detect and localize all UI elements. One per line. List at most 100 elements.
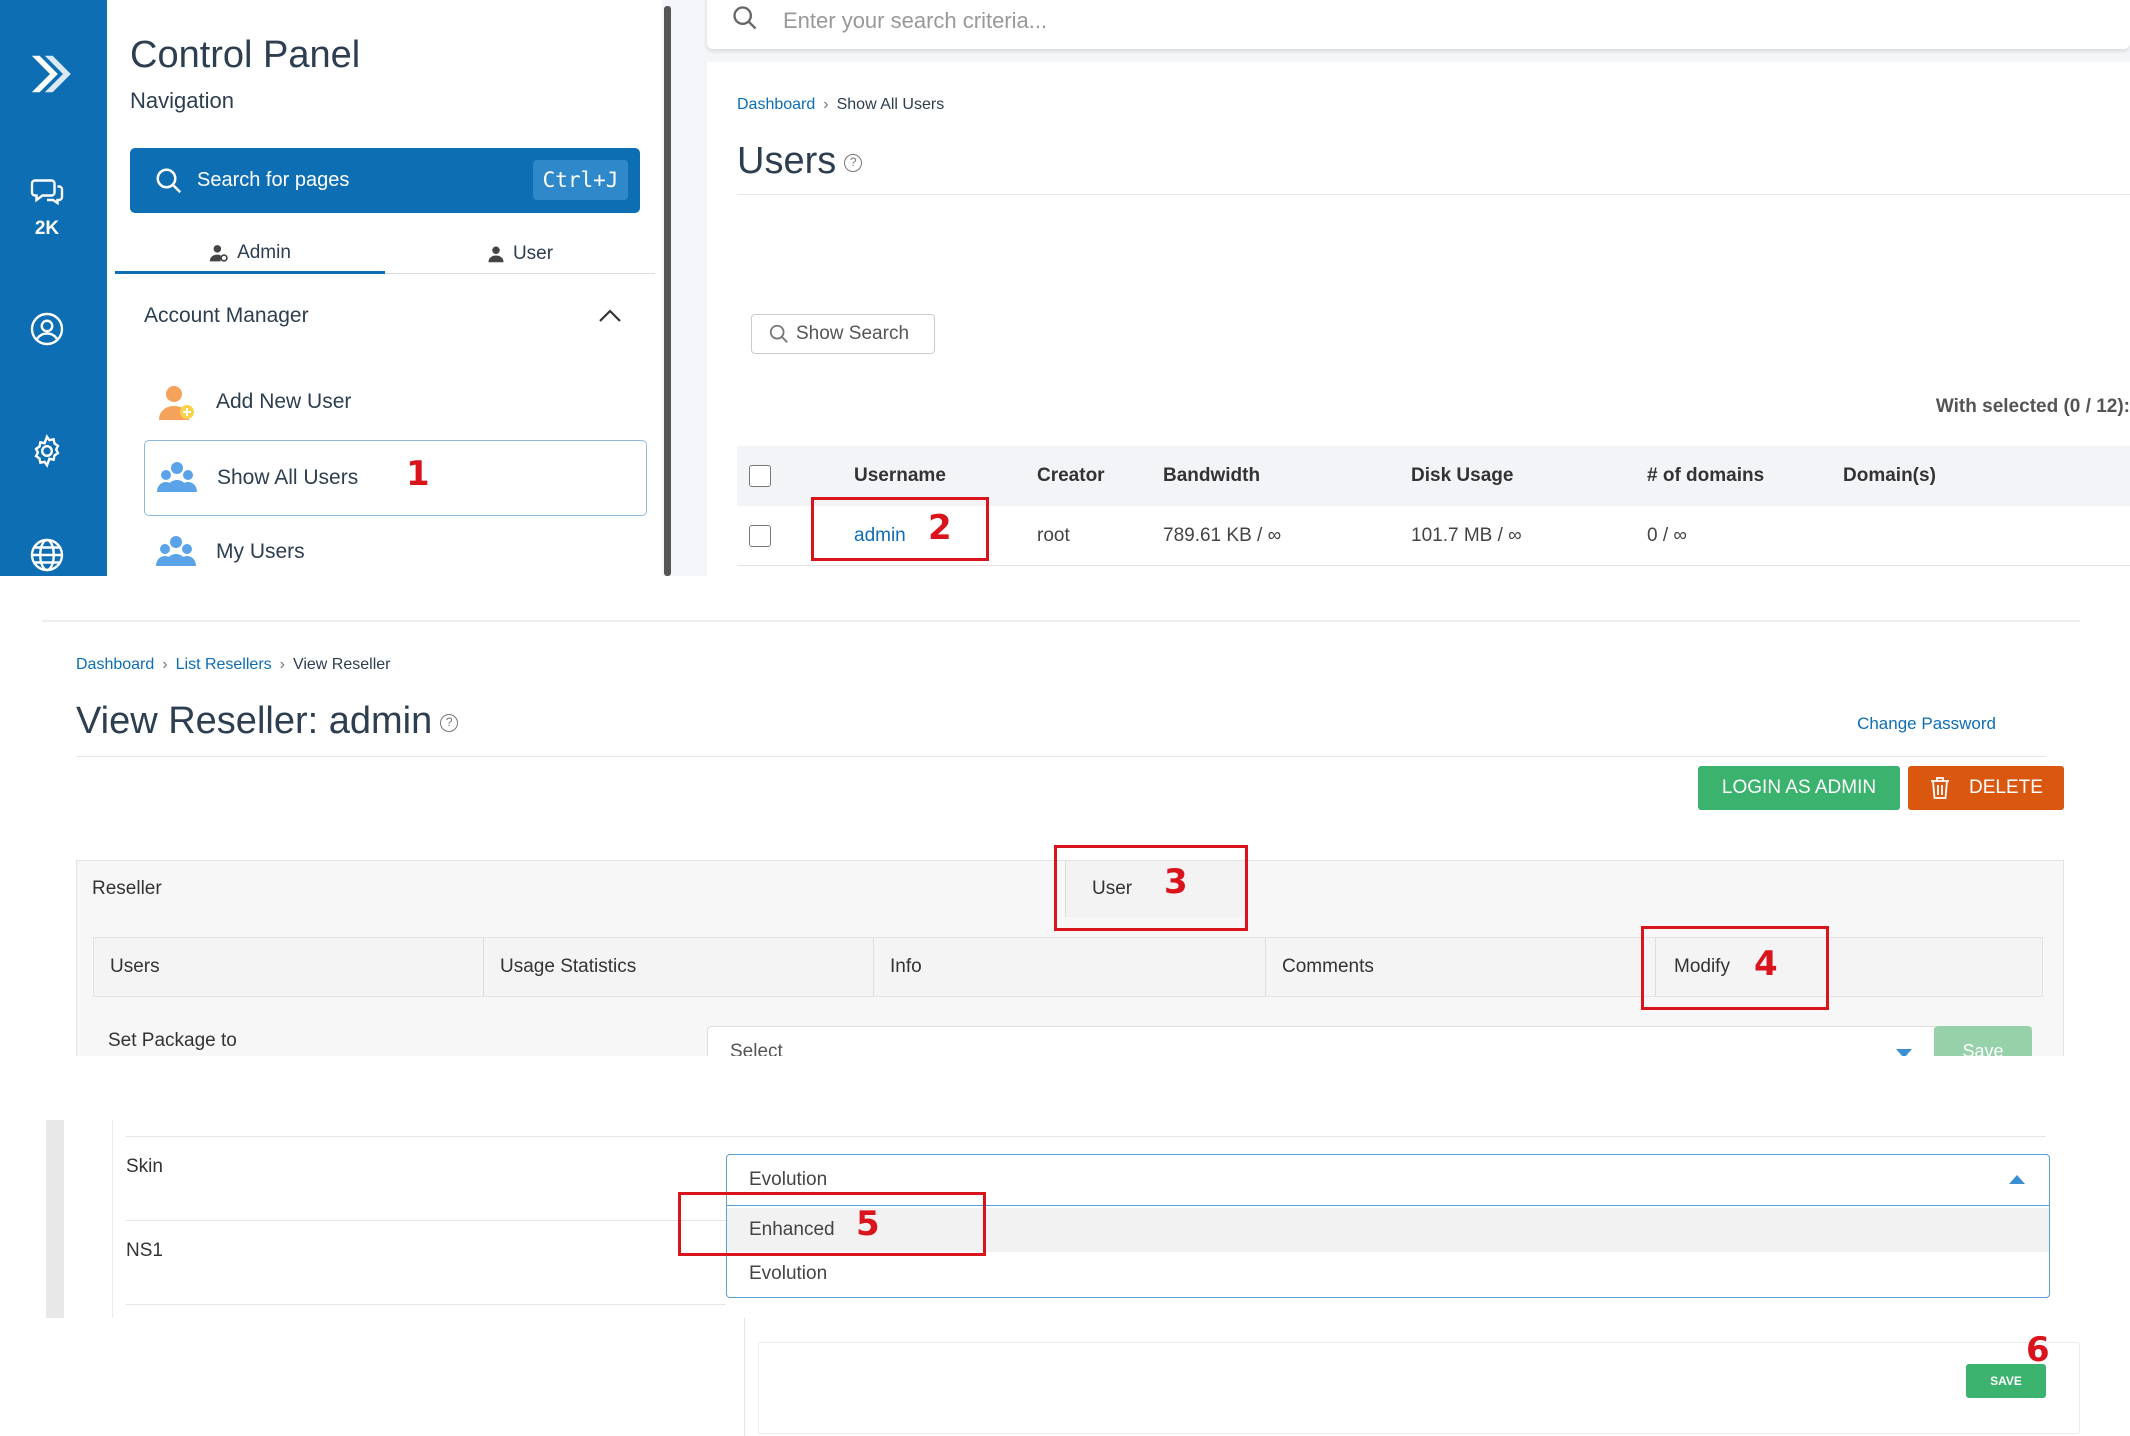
nav-item-label: Add New User: [216, 390, 352, 413]
global-search-placeholder: Enter your search criteria...: [783, 8, 1048, 33]
caret-up-icon: [2009, 1175, 2025, 1184]
divider: [126, 1220, 726, 1221]
page-title-text: Users: [737, 140, 837, 182]
save-box: [758, 1342, 2080, 1434]
tab-reseller[interactable]: Reseller: [92, 861, 162, 917]
annotation-number: 1: [406, 454, 430, 494]
global-search-input[interactable]: Enter your search criteria...: [707, 0, 2130, 49]
annotation-box: [1641, 926, 1829, 1010]
column-header-domains-count[interactable]: # of domains: [1647, 446, 1764, 506]
page-title: Users?: [737, 140, 863, 183]
subtab-usage-statistics[interactable]: Usage Statistics: [484, 938, 874, 996]
row-checkbox[interactable]: [749, 525, 771, 547]
login-as-admin-button[interactable]: LOGIN AS ADMIN: [1698, 766, 1900, 810]
icon-rail: 2K: [0, 0, 107, 576]
page-title-text: View Reseller: admin: [76, 700, 433, 742]
breadcrumb-current: View Reseller: [292, 656, 391, 673]
show-search-label: Show Search: [796, 323, 910, 344]
tab-user[interactable]: User: [385, 234, 655, 274]
breadcrumb: Dashboard › Show All Users: [737, 96, 944, 114]
page-search-label: Search for pages: [197, 169, 350, 191]
delete-button[interactable]: DELETE: [1908, 766, 2064, 810]
search-icon: [769, 324, 788, 343]
divider: [737, 194, 2130, 195]
breadcrumb-separator: ›: [162, 656, 168, 673]
logo-icon[interactable]: [20, 44, 80, 104]
navigation-panel: Control Panel Navigation Search for page…: [107, 0, 662, 576]
chevron-up-icon[interactable]: [597, 306, 623, 326]
tab-user-label: User: [512, 242, 554, 264]
annotation-box: [1054, 845, 1248, 931]
search-icon: [156, 168, 182, 194]
nav-item-add-new-user[interactable]: Add New User: [144, 364, 647, 440]
skin-option-evolution[interactable]: Evolution: [727, 1252, 2049, 1296]
nav-item-my-users[interactable]: My Users: [144, 514, 647, 576]
breadcrumb: Dashboard › List Resellers › View Reseller: [76, 656, 391, 674]
change-password-link[interactable]: Change Password: [1857, 714, 1996, 734]
divider: [744, 1318, 745, 1436]
divider: [126, 1136, 2046, 1137]
user-circle-icon[interactable]: [22, 304, 72, 354]
subtab-info[interactable]: Info: [874, 938, 1266, 996]
skin-label: Skin: [126, 1156, 163, 1177]
add-user-icon: [159, 386, 194, 420]
subtab-users[interactable]: Users: [94, 938, 484, 996]
show-search-button[interactable]: Show Search: [751, 314, 935, 354]
annotation-number: 2: [928, 508, 952, 548]
help-icon[interactable]: ?: [440, 713, 459, 732]
select-all-checkbox[interactable]: [749, 465, 771, 487]
column-header-domain-list[interactable]: Domain(s): [1843, 446, 1936, 506]
trash-icon: [1931, 777, 1950, 799]
globe-icon[interactable]: [22, 530, 72, 576]
package-select-value: Select: [730, 1041, 783, 1056]
breadcrumb-separator: ›: [823, 96, 829, 113]
page-search-button[interactable]: Search for pages Ctrl+J: [130, 148, 640, 213]
chat-icon[interactable]: [22, 166, 72, 216]
divider: [126, 1304, 726, 1305]
nav-scrollbar[interactable]: [664, 6, 671, 576]
nav-title: Control Panel: [130, 34, 361, 76]
account-manager-header[interactable]: Account Manager: [144, 304, 309, 328]
admin-user-icon: [209, 244, 228, 262]
user-icon: [488, 246, 504, 262]
breadcrumb-dashboard[interactable]: Dashboard: [76, 656, 154, 673]
with-selected-label: With selected (0 / 12):: [1935, 396, 2130, 417]
skin-select-value: Evolution: [749, 1169, 828, 1190]
users-group-icon: [156, 536, 196, 566]
nav-item-label: My Users: [216, 540, 305, 563]
annotation-number: 5: [856, 1204, 880, 1244]
annotation-number: 4: [1754, 944, 1778, 984]
package-save-button[interactable]: Save: [1934, 1026, 2032, 1056]
creator-cell: root: [1037, 525, 1070, 546]
package-select[interactable]: Select: [707, 1026, 1937, 1056]
annotation-box: [678, 1192, 986, 1256]
delete-label: DELETE: [1969, 777, 2043, 798]
save-panel: SAVE: [744, 1318, 2130, 1436]
column-header-bandwidth[interactable]: Bandwidth: [1163, 446, 1260, 506]
page-title: View Reseller: admin?: [76, 700, 459, 743]
column-header-creator[interactable]: Creator: [1037, 446, 1105, 506]
tab-admin-label: Admin: [237, 241, 291, 263]
nav-item-show-all-users[interactable]: Show All Users: [144, 440, 647, 516]
breadcrumb-current: Show All Users: [836, 96, 945, 113]
caret-down-icon: [1896, 1049, 1912, 1056]
disk-usage-cell: 101.7 MB / ∞: [1411, 525, 1522, 546]
divider: [76, 756, 2046, 757]
column-header-disk-usage[interactable]: Disk Usage: [1411, 446, 1513, 506]
domains-count-cell: 0 / ∞: [1647, 525, 1687, 546]
breadcrumb-list-resellers[interactable]: List Resellers: [176, 656, 272, 673]
chat-count-badge: 2K: [34, 218, 60, 239]
set-package-label: Set Package to: [108, 1030, 237, 1051]
help-icon[interactable]: ?: [844, 153, 863, 172]
tab-admin[interactable]: Admin: [115, 234, 385, 274]
subtab-comments[interactable]: Comments: [1266, 938, 1656, 996]
users-list-panel: 2K Control Panel Navigation Search for p…: [0, 0, 2130, 576]
side-bar: [46, 1120, 64, 1318]
annotation-box: [811, 497, 989, 561]
nav-item-label: Show All Users: [217, 466, 359, 489]
breadcrumb-dashboard[interactable]: Dashboard: [737, 96, 815, 113]
search-icon: [733, 6, 757, 30]
gear-icon[interactable]: [22, 426, 72, 476]
annotation-number: 3: [1164, 862, 1188, 902]
annotation-number: 6: [2026, 1330, 2050, 1370]
